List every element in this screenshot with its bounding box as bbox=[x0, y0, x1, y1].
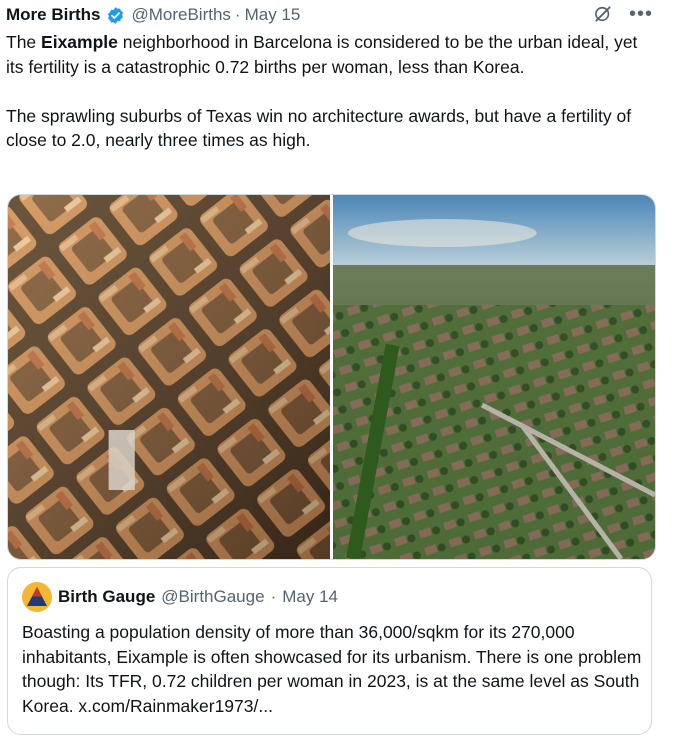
texas-suburbs-image bbox=[333, 195, 655, 559]
header-actions: ••• bbox=[593, 4, 653, 24]
photo-texas-suburbs[interactable] bbox=[333, 195, 655, 559]
tweet-text-p1-before: The bbox=[6, 32, 42, 52]
quote-author-name[interactable]: Birth Gauge bbox=[58, 587, 155, 607]
tweet-text: The Eixample neighborhood in Barcelona i… bbox=[6, 30, 646, 153]
quote-avatar[interactable] bbox=[22, 582, 52, 612]
photo-barcelona-aerial[interactable] bbox=[8, 195, 330, 559]
tweet-paragraph-2: The sprawling suburbs of Texas win no ar… bbox=[6, 105, 632, 151]
tweet: More Births @MoreBirths · May 15 ••• The… bbox=[0, 0, 673, 746]
tweet-paragraph-1: The Eixample neighborhood in Barcelona i… bbox=[6, 30, 646, 79]
grok-icon[interactable] bbox=[593, 4, 613, 24]
quote-separator: · bbox=[270, 587, 277, 606]
more-options-icon[interactable]: ••• bbox=[629, 4, 653, 24]
header-separator: · bbox=[234, 5, 241, 24]
tweet-text-p1-bold: Eixample bbox=[41, 32, 118, 52]
tweet-date[interactable]: May 15 bbox=[245, 5, 301, 25]
author-name[interactable]: More Births bbox=[6, 5, 100, 25]
quoted-tweet-header: Birth Gauge @BirthGauge · May 14 bbox=[22, 582, 338, 612]
author-handle[interactable]: @MoreBirths bbox=[131, 5, 230, 25]
barcelona-aerial-image bbox=[8, 195, 330, 559]
quote-date[interactable]: May 14 bbox=[282, 587, 338, 607]
tweet-header: More Births @MoreBirths · May 15 bbox=[6, 2, 300, 28]
verified-badge-icon bbox=[106, 6, 125, 25]
quoted-tweet[interactable]: Birth Gauge @BirthGauge · May 14 Boastin… bbox=[7, 567, 652, 735]
tweet-media bbox=[7, 194, 656, 560]
quote-author-handle[interactable]: @BirthGauge bbox=[161, 587, 264, 607]
quote-text: Boasting a population density of more th… bbox=[22, 622, 642, 716]
